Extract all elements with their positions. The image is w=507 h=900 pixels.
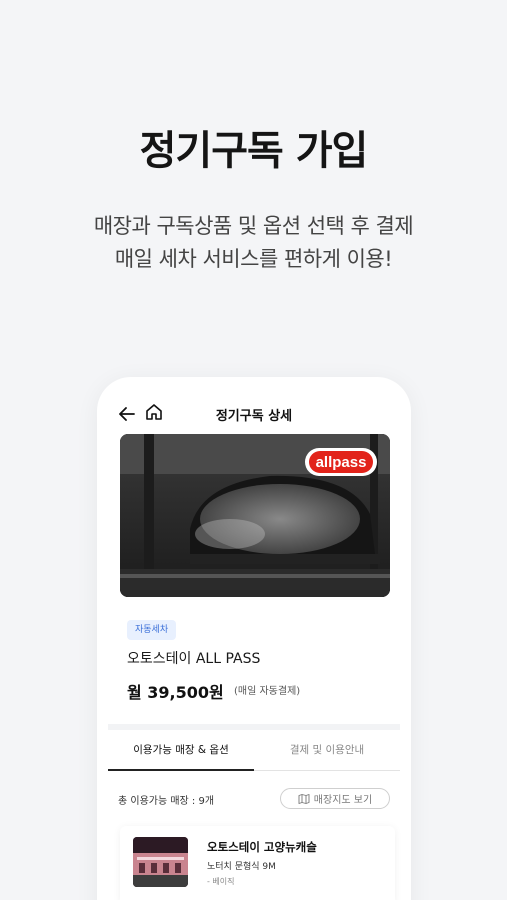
subline-1: 매장과 구독상품 및 옵션 선택 후 결제 xyxy=(93,214,414,238)
hero-image: allpass xyxy=(120,434,390,597)
store-card[interactable]: 오토스테이 고양뉴캐슬 노터치 문형식 9M - 베이직 xyxy=(120,826,395,900)
store-thumbnail xyxy=(133,837,188,887)
product-name: 오토스테이 ALL PASS xyxy=(127,651,261,667)
store-map-button[interactable]: 매장지도 보기 xyxy=(280,788,390,809)
map-icon xyxy=(298,793,310,804)
section-divider xyxy=(108,724,400,730)
screen-title: 정기구독 상세 xyxy=(215,409,293,424)
phone-screen: 정기구독 상세 allpass 자동세차 오토스테이 ALL PASS 월 39… xyxy=(97,377,411,900)
store-name: 오토스테이 고양뉴캐슬 xyxy=(207,840,317,854)
car-wash-photo: allpass xyxy=(120,434,390,597)
product-price: 월 39,500원 xyxy=(127,683,224,702)
store-count: 총 이용가능 매장 : 9개 xyxy=(118,796,215,807)
top-bar: 정기구독 상세 xyxy=(97,401,411,427)
category-badge: 자동세차 xyxy=(127,620,177,640)
price-note: (매일 자동결제) xyxy=(234,686,301,697)
store-option: - 베이직 xyxy=(207,877,235,886)
tab-bar: 이용가능 매장 & 옵션 결제 및 이용안내 xyxy=(108,737,400,771)
allpass-logo: allpass xyxy=(316,454,367,471)
subline-2: 매일 세차 서비스를 편하게 이용! xyxy=(114,247,393,271)
tab-payment-guide[interactable]: 결제 및 이용안내 xyxy=(254,737,400,771)
page-headline: 정기구독 가입 xyxy=(139,128,369,174)
store-type: 노터치 문형식 9M xyxy=(207,862,276,872)
map-button-label: 매장지도 보기 xyxy=(313,795,373,806)
tab-stores-options[interactable]: 이용가능 매장 & 옵션 xyxy=(108,737,254,771)
